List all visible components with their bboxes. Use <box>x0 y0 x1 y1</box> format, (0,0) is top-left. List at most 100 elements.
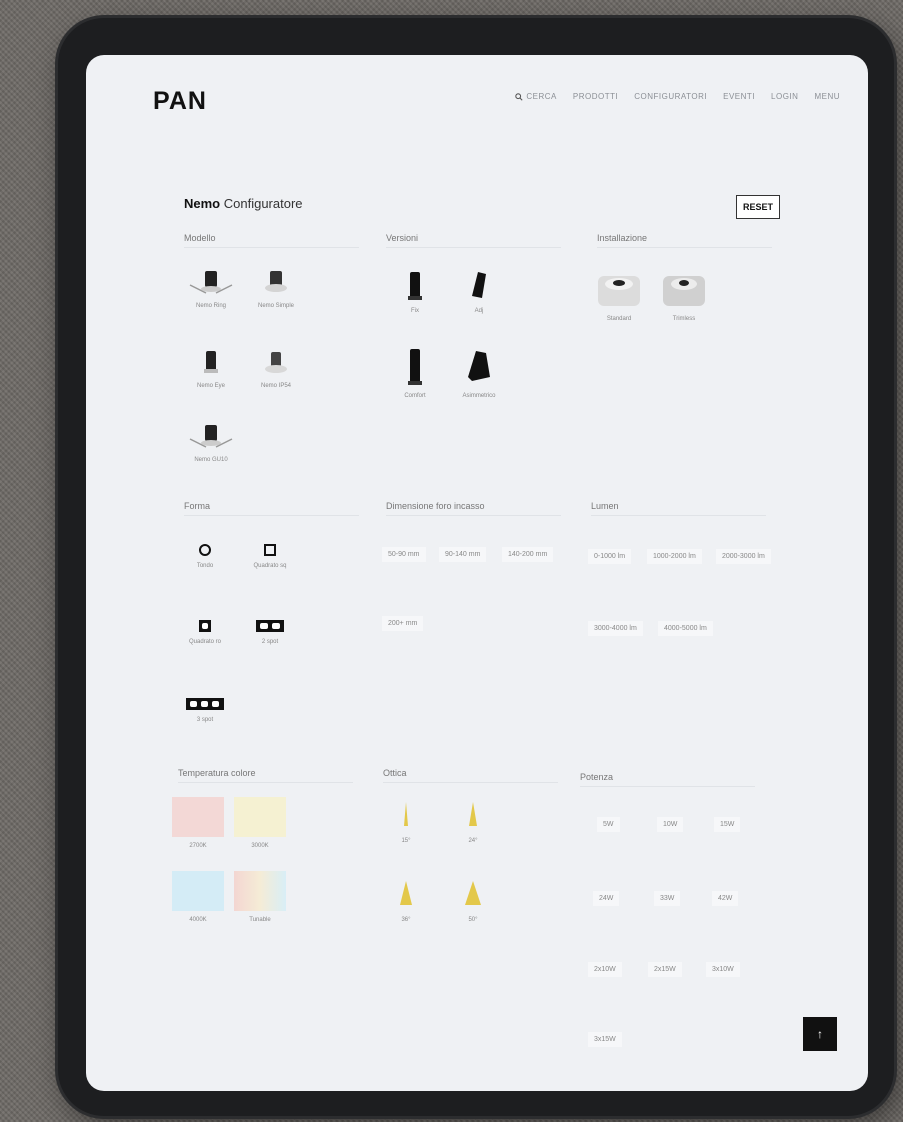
section-temperatura: Temperatura colore <box>178 768 353 791</box>
option-nemo-simple[interactable]: Nemo Simple <box>246 267 306 309</box>
option-label: 36° <box>401 917 411 923</box>
option-2-spot[interactable]: 2 spot <box>240 619 300 645</box>
option-1000-2000lm[interactable]: 1000-2000 lm <box>647 549 702 564</box>
option-2x15w[interactable]: 2x15W <box>648 962 682 977</box>
section-title: Forma <box>184 501 359 516</box>
nav-item-eventi[interactable]: EVENTI <box>723 92 755 101</box>
nemo-ring-icon <box>189 271 233 294</box>
nav-item-login[interactable]: LOGIN <box>771 92 798 101</box>
option-tondo[interactable]: Tondo <box>175 543 235 569</box>
option-label: 50° <box>468 917 478 923</box>
option-24w[interactable]: 24W <box>593 891 620 906</box>
beam-very-wide-icon <box>465 881 481 905</box>
nemo-simple-icon <box>265 271 287 292</box>
option-50-90mm[interactable]: 50-90 mm <box>382 547 426 562</box>
option-label: Quadrato ro <box>188 639 222 645</box>
option-comfort[interactable]: Comfort <box>385 347 445 399</box>
nav-item-configuratori[interactable]: CONFIGURATORI <box>634 92 707 101</box>
section-title: Lumen <box>591 501 766 516</box>
option-label: Tondo <box>196 563 214 569</box>
nav-item-prodotti[interactable]: PRODOTTI <box>573 92 618 101</box>
option-label: Quadrato sq <box>253 563 287 569</box>
option-5w[interactable]: 5W <box>597 817 620 832</box>
option-140-200mm[interactable]: 140-200 mm <box>502 547 554 562</box>
nav-item-menu[interactable]: MENU <box>814 92 840 101</box>
option-standard[interactable]: Standard <box>589 270 649 322</box>
option-label: 2700K <box>189 843 207 849</box>
trimless-install-icon <box>663 276 705 306</box>
option-quadrato-sq[interactable]: Quadrato sq <box>240 543 300 569</box>
section-versioni: Versioni <box>386 233 561 256</box>
comfort-fixture-icon <box>408 349 422 385</box>
option-4000-5000lm[interactable]: 4000-5000 lm <box>658 621 713 636</box>
option-nemo-gu10[interactable]: Nemo GU10 <box>181 421 241 463</box>
option-24deg[interactable]: 24° <box>443 800 503 844</box>
option-label: 15° <box>401 838 411 844</box>
option-3000-4000lm[interactable]: 3000-4000 lm <box>588 621 643 636</box>
option-0-1000lm[interactable]: 0-1000 lm <box>588 549 632 564</box>
option-90-140mm[interactable]: 90-140 mm <box>439 547 487 562</box>
square-shape-icon <box>264 544 276 556</box>
section-title: Potenza <box>580 772 755 787</box>
page-title-rest: Configuratore <box>220 196 303 211</box>
arrow-up-icon: ↑ <box>817 1027 823 1041</box>
option-label: Trimless <box>672 316 696 322</box>
option-asimmetrico[interactable]: Asimmetrico <box>449 347 509 399</box>
option-36deg[interactable]: 36° <box>376 879 436 923</box>
reset-button[interactable]: RESET <box>736 195 780 219</box>
option-2000-3000lm[interactable]: 2000-3000 lm <box>716 549 771 564</box>
option-2x10w[interactable]: 2x10W <box>588 962 622 977</box>
option-label: Fix <box>411 308 419 314</box>
option-tunable[interactable]: Tunable <box>230 871 290 923</box>
beam-narrow-icon <box>404 802 408 826</box>
option-3-spot[interactable]: 3 spot <box>175 697 235 723</box>
option-label: 4000K <box>189 917 207 923</box>
option-15w[interactable]: 15W <box>714 817 741 832</box>
section-lumen: Lumen <box>591 501 766 524</box>
beam-medium-icon <box>469 802 477 826</box>
option-nemo-ring[interactable]: Nemo Ring <box>181 267 241 309</box>
option-2700k[interactable]: 2700K <box>168 797 228 849</box>
option-trimless[interactable]: Trimless <box>654 270 714 322</box>
option-15deg[interactable]: 15° <box>376 800 436 844</box>
asimmetrico-fixture-icon <box>468 351 490 381</box>
option-label: 2 spot <box>261 639 279 645</box>
nemo-gu10-icon <box>189 425 233 448</box>
option-label: Nemo Eye <box>196 383 225 389</box>
circle-shape-icon <box>199 544 211 556</box>
section-title: Temperatura colore <box>178 768 353 783</box>
option-label: 24° <box>468 838 478 844</box>
option-33w[interactable]: 33W <box>654 891 681 906</box>
color-swatch <box>234 797 286 837</box>
option-3000k[interactable]: 3000K <box>230 797 290 849</box>
standard-install-icon <box>598 276 640 306</box>
option-adj[interactable]: Adj <box>449 270 509 314</box>
nemo-eye-icon <box>204 351 218 373</box>
brand-logo[interactable]: PAN <box>153 87 207 116</box>
top-nav: CERCA PRODOTTI CONFIGURATORI EVENTI LOGI… <box>515 92 840 101</box>
page-title-product: Nemo <box>184 196 221 211</box>
option-3x10w[interactable]: 3x10W <box>706 962 740 977</box>
nav-search[interactable]: CERCA <box>515 92 557 101</box>
option-nemo-eye[interactable]: Nemo Eye <box>181 347 241 389</box>
option-42w[interactable]: 42W <box>712 891 739 906</box>
section-installazione: Installazione <box>597 233 772 256</box>
option-nemo-ip54[interactable]: Nemo IP54 <box>246 347 306 389</box>
option-3x15w[interactable]: 3x15W <box>588 1032 622 1047</box>
option-200plus-mm[interactable]: 200+ mm <box>382 616 424 631</box>
option-50deg[interactable]: 50° <box>443 879 503 923</box>
option-10w[interactable]: 10W <box>657 817 684 832</box>
nav-search-label: CERCA <box>526 92 557 101</box>
color-swatch <box>234 871 286 911</box>
page-title: Nemo Configuratore <box>184 196 303 211</box>
section-ottica: Ottica <box>383 768 558 791</box>
section-title: Installazione <box>597 233 772 248</box>
option-label: Nemo IP54 <box>260 383 291 389</box>
section-potenza: Potenza <box>580 772 755 795</box>
option-fix[interactable]: Fix <box>385 270 445 314</box>
option-label: Nemo Ring <box>195 303 226 309</box>
option-4000k[interactable]: 4000K <box>168 871 228 923</box>
option-quadrato-ro[interactable]: Quadrato ro <box>175 619 235 645</box>
scroll-to-top-button[interactable]: ↑ <box>803 1017 837 1051</box>
section-title: Versioni <box>386 233 561 248</box>
